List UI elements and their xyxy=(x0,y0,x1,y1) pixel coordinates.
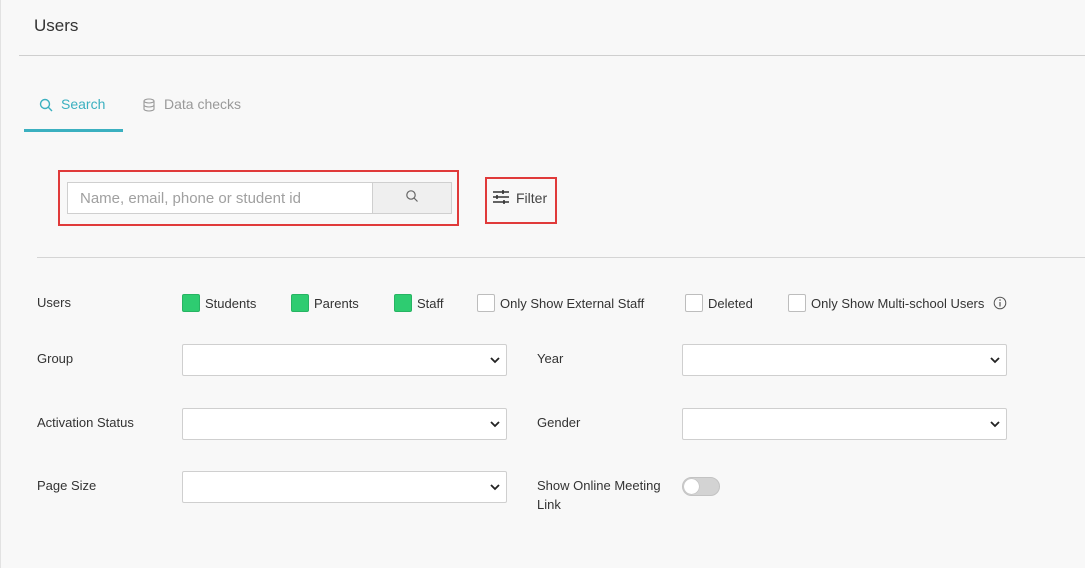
tab-search-label: Search xyxy=(61,96,106,112)
chevron-down-icon xyxy=(990,421,1000,428)
year-label: Year xyxy=(537,351,564,366)
tab-search[interactable]: Search xyxy=(24,92,123,132)
group-select[interactable] xyxy=(182,344,507,376)
checkbox-multi-school[interactable]: Only Show Multi-school Users xyxy=(788,293,1007,313)
activation-status-select[interactable] xyxy=(182,408,507,440)
chevron-down-icon xyxy=(990,357,1000,364)
checkbox-students-label: Students xyxy=(205,295,257,311)
info-icon[interactable] xyxy=(993,296,1007,310)
checkbox-parents-label: Parents xyxy=(314,295,359,311)
database-icon xyxy=(142,96,156,115)
checkbox-staff-box[interactable] xyxy=(394,294,412,312)
checkbox-parents[interactable]: Parents xyxy=(291,293,359,313)
search-input[interactable] xyxy=(67,182,372,214)
checkbox-external-staff[interactable]: Only Show External Staff xyxy=(477,293,644,313)
activation-status-label: Activation Status xyxy=(37,415,134,430)
checkbox-parents-box[interactable] xyxy=(291,294,309,312)
checkbox-students-box[interactable] xyxy=(182,294,200,312)
chevron-down-icon xyxy=(490,484,500,491)
chevron-down-icon xyxy=(490,421,500,428)
toggle-knob xyxy=(684,479,699,494)
checkbox-staff[interactable]: Staff xyxy=(394,293,444,313)
online-meeting-label-line1: Show Online Meeting xyxy=(537,478,661,493)
tab-data-checks[interactable]: Data checks xyxy=(142,92,241,132)
chevron-down-icon xyxy=(490,357,500,364)
year-select[interactable] xyxy=(682,344,1007,376)
left-edge-border xyxy=(0,0,1,568)
checkbox-external-staff-box[interactable] xyxy=(477,294,495,312)
search-icon xyxy=(39,96,53,115)
checkbox-deleted-label: Deleted xyxy=(708,295,753,311)
group-label: Group xyxy=(37,351,74,366)
checkbox-multi-school-box[interactable] xyxy=(788,294,806,312)
tab-data-checks-label: Data checks xyxy=(164,96,242,112)
checkbox-deleted-box[interactable] xyxy=(685,294,703,312)
checkbox-staff-label: Staff xyxy=(417,295,444,311)
users-label: Users xyxy=(37,295,71,310)
page-size-label: Page Size xyxy=(37,478,97,493)
filter-label: Filter xyxy=(516,190,548,206)
gender-select[interactable] xyxy=(682,408,1007,440)
search-button[interactable] xyxy=(372,182,452,214)
header-divider xyxy=(19,55,1085,56)
gender-label: Gender xyxy=(537,415,581,430)
online-meeting-toggle[interactable] xyxy=(682,477,720,496)
page-title: Users xyxy=(34,16,79,35)
checkbox-deleted[interactable]: Deleted xyxy=(685,293,753,313)
page-size-select[interactable] xyxy=(182,471,507,503)
checkbox-external-staff-label: Only Show External Staff xyxy=(500,295,645,311)
sliders-icon xyxy=(492,189,510,208)
checkbox-multi-school-label: Only Show Multi-school Users xyxy=(811,295,985,311)
checkbox-students[interactable]: Students xyxy=(182,293,256,313)
section-divider xyxy=(37,257,1085,258)
filter-button[interactable]: Filter xyxy=(492,185,547,211)
online-meeting-label-line2: Link xyxy=(537,497,561,512)
search-icon xyxy=(405,189,419,208)
